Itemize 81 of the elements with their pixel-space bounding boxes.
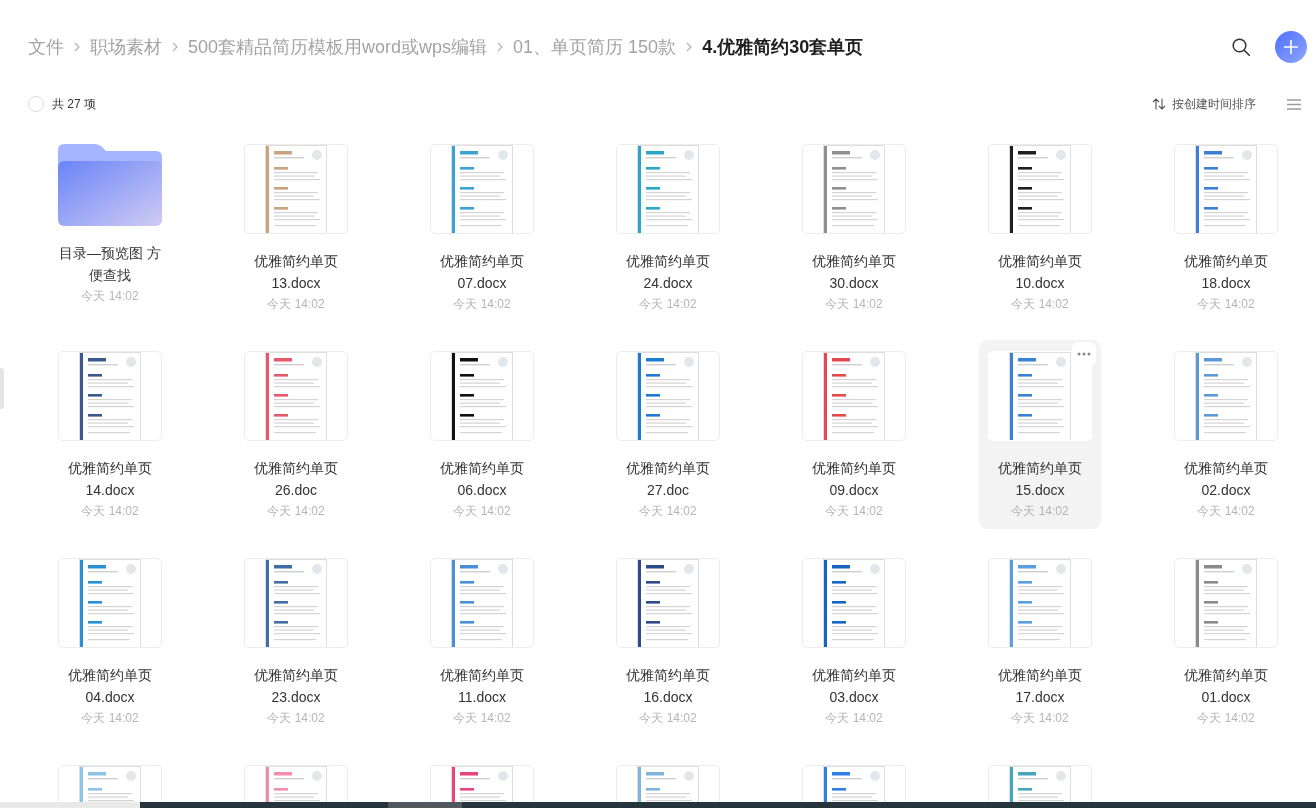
chevron-icon [497, 42, 504, 52]
modified-date: 今天 14:02 [453, 711, 511, 725]
modified-date: 今天 14:02 [639, 504, 697, 518]
document-thumbnail[interactable] [988, 144, 1092, 234]
more-button[interactable] [1072, 342, 1096, 365]
document-thumbnail[interactable] [430, 144, 534, 234]
modified-date: 今天 14:02 [267, 504, 325, 518]
item-count: 共 27 项 [52, 95, 96, 113]
file-name: 优雅简约单页10.docx [998, 253, 1082, 291]
document-thumbnail[interactable] [430, 558, 534, 648]
modified-date: 今天 14:02 [1197, 297, 1255, 311]
document-thumbnail[interactable] [244, 558, 348, 648]
breadcrumb-item[interactable]: 职场素材 [90, 34, 162, 60]
document-thumbnail[interactable] [1174, 144, 1278, 234]
folder-icon[interactable] [58, 144, 162, 226]
sort-icon [1152, 98, 1166, 110]
file-name: 优雅简约单页24.docx [626, 253, 710, 291]
file-name: 优雅简约单页09.docx [812, 460, 896, 498]
document-thumbnail[interactable] [1174, 351, 1278, 441]
modified-date: 今天 14:02 [639, 711, 697, 725]
document-thumbnail[interactable] [244, 351, 348, 441]
document-thumbnail[interactable] [244, 144, 348, 234]
chevron-icon [74, 42, 80, 52]
folder-name: 目录—预览图 方便查找 [59, 245, 161, 283]
breadcrumb-item: 4.优雅简约30套单页 [702, 36, 864, 59]
document-thumbnail[interactable] [802, 144, 906, 234]
document-thumbnail[interactable] [58, 558, 162, 648]
plus-icon [1284, 40, 1298, 54]
list-view-icon[interactable] [1287, 98, 1301, 110]
document-thumbnail[interactable] [616, 351, 720, 441]
file-name: 优雅简约单页30.docx [812, 253, 896, 291]
file-name: 优雅简约单页03.docx [812, 667, 896, 705]
breadcrumb-item[interactable]: 500套精品简历模板用word或wps编辑 [188, 34, 488, 60]
chevron-icon [686, 42, 693, 52]
document-thumbnail[interactable] [58, 351, 162, 441]
file-name: 优雅简约单页27.doc [626, 460, 710, 498]
file-name: 优雅简约单页23.docx [254, 667, 338, 705]
file-name: 优雅简约单页02.docx [1184, 460, 1268, 498]
modified-date: 今天 14:02 [81, 504, 139, 518]
modified-date: 今天 14:02 [81, 711, 139, 725]
document-thumbnail[interactable] [616, 558, 720, 648]
modified-date: 今天 14:02 [1011, 297, 1069, 311]
chevron-icon [172, 42, 178, 52]
document-thumbnail[interactable] [802, 351, 906, 441]
sort-button[interactable]: 按创建时间排序 [1152, 95, 1256, 113]
breadcrumb-item[interactable]: 01、单页简历 150款 [513, 34, 677, 60]
modified-date: 今天 14:02 [825, 504, 883, 518]
modified-date: 今天 14:02 [825, 297, 883, 311]
file-name: 优雅简约单页11.docx [440, 667, 524, 705]
modified-date: 今天 14:02 [1197, 711, 1255, 725]
document-thumbnail[interactable] [616, 144, 720, 234]
file-name: 优雅简约单页13.docx [254, 253, 338, 291]
more-icon [1077, 351, 1091, 356]
add-button[interactable] [1275, 31, 1307, 63]
document-thumbnail[interactable] [1174, 558, 1278, 648]
document-thumbnail[interactable] [988, 558, 1092, 648]
modified-date: 今天 14:02 [1011, 504, 1069, 518]
file-name: 优雅简约单页14.docx [68, 460, 152, 498]
modified-date: 今天 14:02 [1011, 711, 1069, 725]
document-thumbnail[interactable] [802, 558, 906, 648]
modified-date: 今天 14:02 [453, 504, 511, 518]
file-name: 优雅简约单页07.docx [440, 253, 524, 291]
file-name: 优雅简约单页18.docx [1184, 253, 1268, 291]
file-name: 优雅简约单页16.docx [626, 667, 710, 705]
breadcrumb-item[interactable]: 文件 [28, 34, 64, 60]
modified-date: 今天 14:02 [825, 711, 883, 725]
file-name: 优雅简约单页01.docx [1184, 667, 1268, 705]
file-name: 优雅简约单页06.docx [440, 460, 524, 498]
modified-date: 今天 14:02 [267, 711, 325, 725]
modified-date: 今天 14:02 [639, 297, 697, 311]
file-name: 优雅简约单页26.doc [254, 460, 338, 498]
file-name: 优雅简约单页17.docx [998, 667, 1082, 705]
file-card[interactable]: 优雅简约单页15.docx 今天 14:02 [979, 340, 1101, 529]
modified-date: 今天 14:02 [81, 289, 139, 303]
document-thumbnail[interactable] [430, 351, 534, 441]
modified-date: 今天 14:02 [453, 297, 511, 311]
modified-date: 今天 14:02 [1197, 504, 1255, 518]
file-name: 优雅简约单页04.docx [68, 667, 152, 705]
search-icon[interactable] [1232, 38, 1250, 56]
file-name: 优雅简约单页15.docx [998, 460, 1082, 498]
modified-date: 今天 14:02 [267, 297, 325, 311]
